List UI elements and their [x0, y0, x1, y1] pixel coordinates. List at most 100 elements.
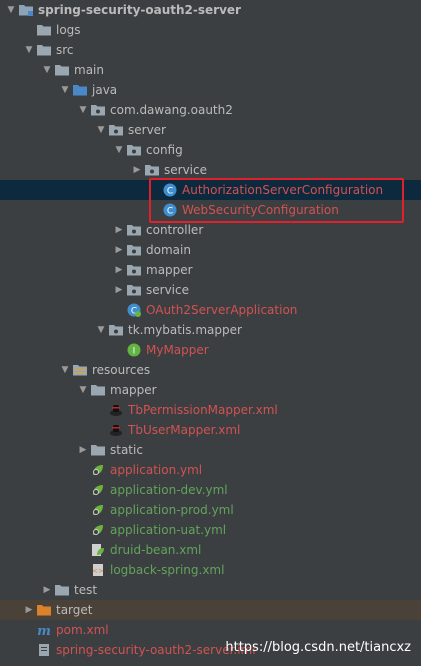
tree-row[interactable]: application-prod.yml — [0, 500, 421, 520]
tree-item-label: config — [146, 143, 183, 157]
collapse-arrow-icon[interactable]: ▼ — [76, 100, 90, 120]
package-icon — [126, 142, 142, 158]
tree-row[interactable]: druid-bean.xml — [0, 540, 421, 560]
expand-arrow-icon[interactable]: ▶ — [112, 260, 126, 280]
svg-text:<>: <> — [92, 567, 104, 575]
interface-icon: I — [126, 342, 142, 358]
tree-item-label: domain — [146, 243, 191, 257]
tree-item-label: application.yml — [110, 463, 203, 477]
tree-row[interactable]: ▶ target — [0, 600, 421, 620]
folder-icon — [54, 582, 70, 598]
arrow-spacer — [76, 540, 90, 560]
mybatis-xml-icon — [108, 422, 124, 438]
tree-row[interactable]: ▼ com.dawang.oauth2 — [0, 100, 421, 120]
iml-file-icon — [36, 642, 52, 658]
tree-row[interactable]: ▼ config — [0, 140, 421, 160]
tree-row[interactable]: ▶ controller — [0, 220, 421, 240]
tree-item-label: tk.mybatis.mapper — [128, 323, 242, 337]
tree-row[interactable]: ▼ tk.mybatis.mapper — [0, 320, 421, 340]
collapse-arrow-icon[interactable]: ▼ — [94, 120, 108, 140]
package-icon — [108, 322, 124, 338]
tree-row[interactable]: <> logback-spring.xml — [0, 560, 421, 580]
arrow-spacer — [76, 560, 90, 580]
spring-yml-icon — [90, 482, 106, 498]
package-icon — [126, 242, 142, 258]
arrow-spacer — [76, 480, 90, 500]
expand-arrow-icon[interactable]: ▶ — [112, 280, 126, 300]
tree-item-label: controller — [146, 223, 204, 237]
tree-row[interactable]: application-dev.yml — [0, 480, 421, 500]
folder-icon — [54, 62, 70, 78]
mybatis-xml-icon — [108, 402, 124, 418]
spring-yml-icon — [90, 522, 106, 538]
package-icon — [126, 282, 142, 298]
tree-row[interactable]: ▼ resources — [0, 360, 421, 380]
tree-row[interactable]: application-uat.yml — [0, 520, 421, 540]
tree-row[interactable]: C OAuth2ServerApplication — [0, 300, 421, 320]
package-icon — [108, 122, 124, 138]
tree-row[interactable]: ▶ domain — [0, 240, 421, 260]
watermark-text: https://blog.csdn.net/tiancxz — [225, 640, 411, 655]
expand-arrow-icon[interactable]: ▶ — [76, 440, 90, 460]
expand-arrow-icon[interactable]: ▶ — [130, 160, 144, 180]
arrow-spacer — [22, 620, 36, 640]
tree-row[interactable]: ▼ spring-security-oauth2-server — [0, 0, 421, 20]
tree-item-label: pom.xml — [56, 623, 109, 637]
source-folder-icon — [72, 82, 88, 98]
tree-item-label: src — [56, 43, 74, 57]
tree-item-label: spring-security-oauth2-server — [38, 3, 241, 17]
collapse-arrow-icon[interactable]: ▼ — [76, 380, 90, 400]
tree-row[interactable]: ▶ static — [0, 440, 421, 460]
arrow-spacer — [112, 340, 126, 360]
tree-item-label: TbPermissionMapper.xml — [128, 403, 278, 417]
tree-row[interactable]: ▼ src — [0, 40, 421, 60]
tree-item-label: application-prod.yml — [110, 503, 234, 517]
tree-row[interactable]: m pom.xml — [0, 620, 421, 640]
arrow-spacer — [76, 460, 90, 480]
tree-item-label: main — [74, 63, 104, 77]
expand-arrow-icon[interactable]: ▶ — [112, 220, 126, 240]
tree-item-label: druid-bean.xml — [110, 543, 202, 557]
tree-row[interactable]: TbPermissionMapper.xml — [0, 400, 421, 420]
tree-row[interactable]: ▼ main — [0, 60, 421, 80]
target-folder-icon — [36, 602, 52, 618]
tree-item-label: java — [92, 83, 118, 97]
tree-item-label: resources — [92, 363, 151, 377]
collapse-arrow-icon[interactable]: ▼ — [4, 0, 18, 20]
xml-file-icon: <> — [90, 562, 106, 578]
collapse-arrow-icon[interactable]: ▼ — [94, 320, 108, 340]
tree-row[interactable]: I MyMapper — [0, 340, 421, 360]
collapse-arrow-icon[interactable]: ▼ — [40, 60, 54, 80]
folder-icon — [90, 382, 106, 398]
tree-row[interactable]: ▶ service — [0, 160, 421, 180]
tree-item-label: target — [56, 603, 93, 617]
expand-arrow-icon[interactable]: ▶ — [112, 240, 126, 260]
tree-row[interactable]: ▼ java — [0, 80, 421, 100]
collapse-arrow-icon[interactable]: ▼ — [112, 140, 126, 160]
tree-item-label: application-uat.yml — [110, 523, 227, 537]
tree-row[interactable]: application.yml — [0, 460, 421, 480]
expand-arrow-icon[interactable]: ▶ — [40, 580, 54, 600]
collapse-arrow-icon[interactable]: ▼ — [58, 80, 72, 100]
spring-xml-icon — [90, 542, 106, 558]
tree-row[interactable]: ▶ test — [0, 580, 421, 600]
tree-item-label: test — [74, 583, 98, 597]
spring-yml-icon — [90, 502, 106, 518]
tree-item-label: application-dev.yml — [110, 483, 228, 497]
tree-item-label: service — [164, 163, 207, 177]
svg-text:m: m — [37, 624, 51, 637]
tree-row[interactable]: ▼ mapper — [0, 380, 421, 400]
arrow-spacer — [94, 420, 108, 440]
tree-row[interactable]: logs — [0, 20, 421, 40]
tree-item-label: logback-spring.xml — [110, 563, 225, 577]
tree-row[interactable]: TbUserMapper.xml — [0, 420, 421, 440]
expand-arrow-icon[interactable]: ▶ — [22, 600, 36, 620]
package-icon — [144, 162, 160, 178]
svg-text:I: I — [133, 347, 136, 357]
tree-row[interactable]: ▶ mapper — [0, 260, 421, 280]
tree-row[interactable]: ▶ service — [0, 280, 421, 300]
project-tree: ▼ spring-security-oauth2-server logs ▼ src ▼ m… — [0, 0, 421, 666]
collapse-arrow-icon[interactable]: ▼ — [58, 360, 72, 380]
tree-row[interactable]: ▼ server — [0, 120, 421, 140]
collapse-arrow-icon[interactable]: ▼ — [22, 40, 36, 60]
